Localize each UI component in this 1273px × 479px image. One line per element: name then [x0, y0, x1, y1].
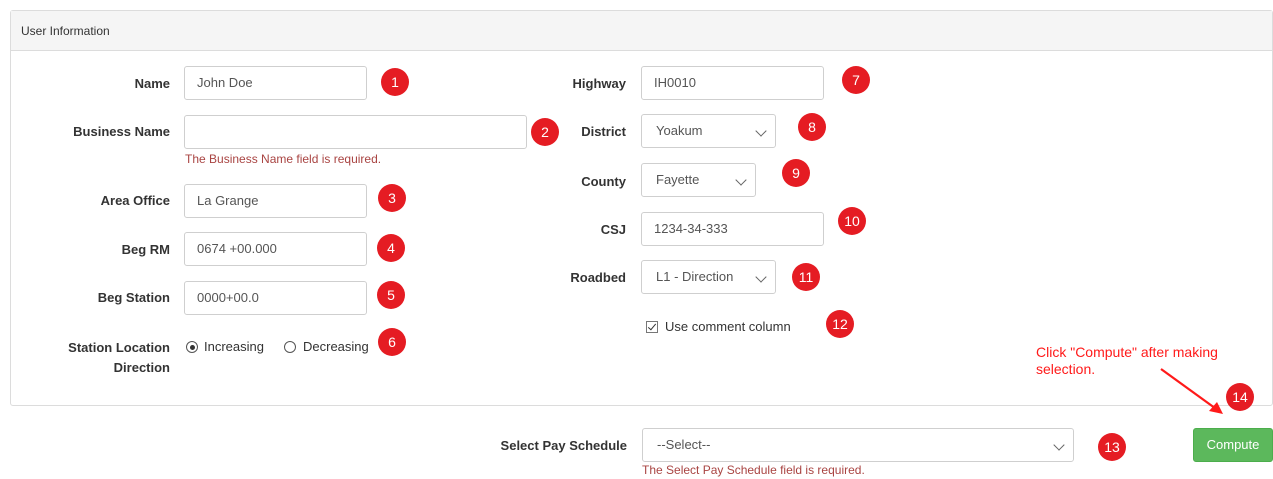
pay-schedule-error: The Select Pay Schedule field is require… — [642, 463, 865, 477]
callout-badge-13: 13 — [1098, 433, 1126, 461]
beg-rm-label: Beg RM — [121, 242, 170, 257]
compute-button[interactable]: Compute — [1193, 428, 1273, 462]
decreasing-radio[interactable] — [284, 341, 296, 353]
callout-badge-14: 14 — [1226, 383, 1254, 411]
roadbed-label: Roadbed — [570, 270, 626, 285]
station-location-label-line2: Direction — [113, 360, 170, 375]
callout-badge-8: 8 — [798, 113, 826, 141]
name-label: Name — [134, 76, 170, 91]
csj-field[interactable]: 1234-34-333 — [641, 212, 824, 246]
roadbed-select[interactable]: L1 - Direction — [641, 260, 776, 294]
beg-station-label: Beg Station — [97, 290, 170, 305]
district-select[interactable]: Yoakum — [641, 114, 776, 148]
pay-schedule-select-value: --Select-- — [657, 437, 711, 452]
callout-badge-12: 12 — [826, 310, 854, 338]
callout-badge-10: 10 — [838, 207, 866, 235]
increasing-radio[interactable] — [186, 341, 198, 353]
annotation-line2: selection. — [1036, 361, 1096, 377]
county-select[interactable]: Fayette — [641, 163, 756, 197]
chevron-down-icon — [755, 125, 767, 137]
beg-rm-field[interactable]: 0674 +00.000 — [184, 232, 367, 266]
csj-label: CSJ — [600, 222, 626, 237]
business-name-label: Business Name — [73, 124, 170, 139]
area-office-label: Area Office — [100, 193, 170, 208]
name-field[interactable]: John Doe — [184, 66, 367, 100]
annotation-line1: Click "Compute" after making — [1036, 344, 1218, 360]
county-label: County — [581, 174, 626, 189]
callout-badge-5: 5 — [377, 281, 405, 309]
district-select-value: Yoakum — [656, 123, 703, 138]
highway-field[interactable]: IH0010 — [641, 66, 824, 100]
pay-schedule-select[interactable]: --Select-- — [642, 428, 1074, 462]
callout-badge-4: 4 — [377, 234, 405, 262]
increasing-radio-label: Increasing — [204, 339, 264, 354]
chevron-down-icon — [755, 271, 767, 283]
roadbed-select-value: L1 - Direction — [656, 269, 734, 284]
annotation-arrow-icon — [1160, 368, 1223, 414]
use-comment-column-label: Use comment column — [665, 319, 791, 334]
panel-header: User Information — [11, 11, 1272, 51]
use-comment-column-checkbox[interactable] — [646, 321, 658, 333]
chevron-down-icon — [735, 174, 747, 186]
county-select-value: Fayette — [656, 172, 700, 187]
business-name-field[interactable] — [184, 115, 527, 149]
callout-badge-1: 1 — [381, 68, 409, 96]
callout-badge-7: 7 — [842, 66, 870, 94]
decreasing-radio-label: Decreasing — [303, 339, 369, 354]
business-name-error: The Business Name field is required. — [185, 152, 382, 166]
beg-station-field[interactable]: 0000+00.0 — [184, 281, 367, 315]
callout-badge-6: 6 — [378, 328, 406, 356]
district-label: District — [581, 124, 626, 139]
panel-title: User Information — [21, 24, 110, 38]
area-office-field[interactable]: La Grange — [184, 184, 367, 218]
callout-badge-3: 3 — [378, 184, 406, 212]
callout-badge-11: 11 — [792, 263, 820, 291]
chevron-down-icon — [1053, 439, 1065, 451]
pay-schedule-label: Select Pay Schedule — [500, 438, 627, 453]
station-location-label-line1: Station Location — [68, 340, 170, 355]
callout-badge-9: 9 — [782, 159, 810, 187]
highway-label: Highway — [572, 76, 626, 91]
